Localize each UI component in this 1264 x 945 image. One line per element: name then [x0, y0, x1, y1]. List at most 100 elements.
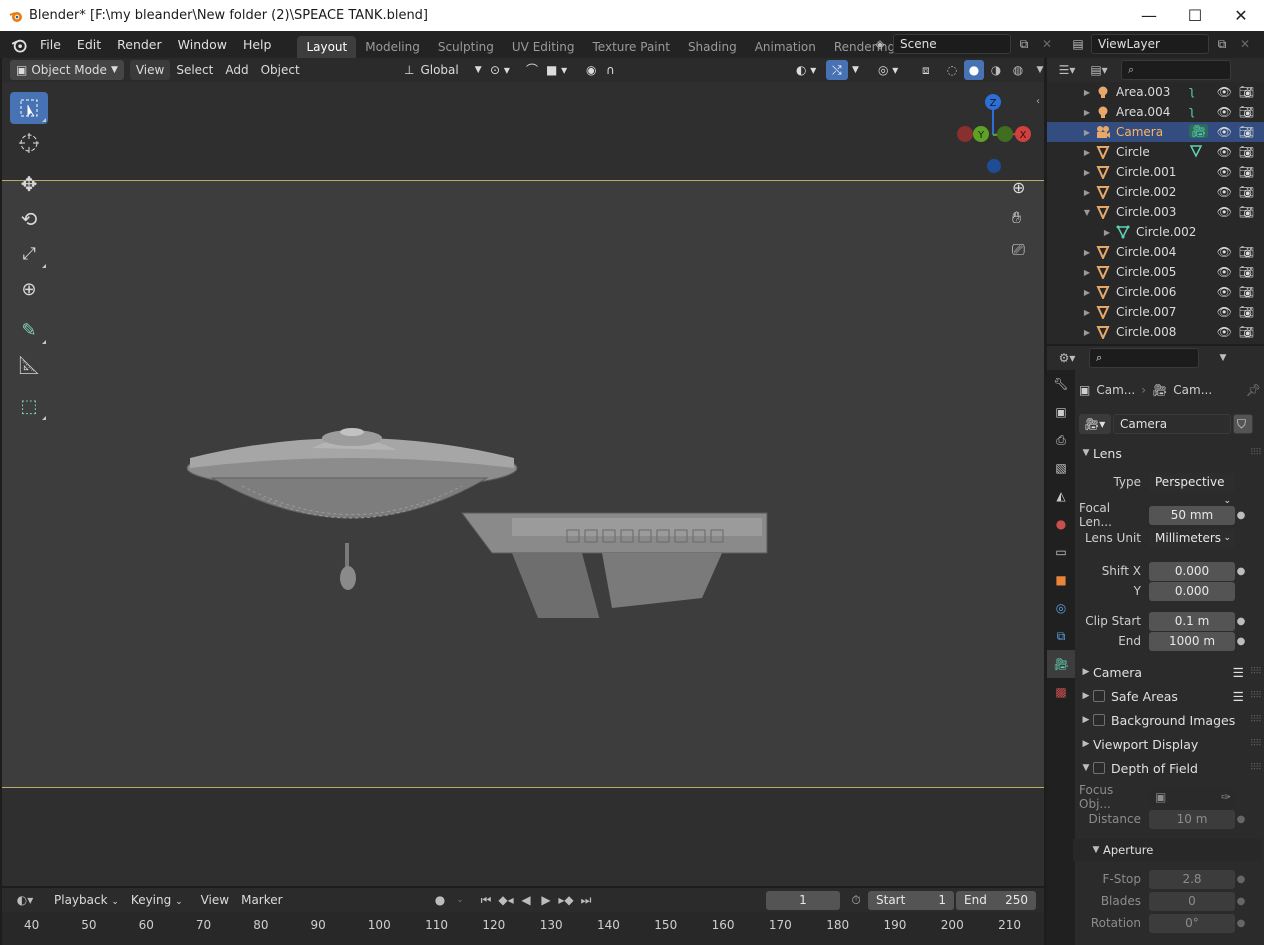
- eye-visibility-icon[interactable]: 👁︎: [1217, 205, 1232, 219]
- outliner-row[interactable]: ▶ Circle.004 👁︎ 📷︎: [1047, 242, 1264, 262]
- outliner-search-input[interactable]: ⌕: [1121, 60, 1231, 80]
- safe-areas-checkbox[interactable]: [1093, 690, 1105, 702]
- camera-render-icon[interactable]: 📷︎: [1239, 85, 1254, 99]
- aperture-subpanel-header[interactable]: ▼ Aperture: [1073, 839, 1261, 861]
- jump-end-icon[interactable]: ⏭: [576, 890, 596, 910]
- eye-visibility-icon[interactable]: 👁︎: [1217, 285, 1232, 299]
- cursor-tool[interactable]: [10, 127, 48, 159]
- tool-tab-icon[interactable]: 🔧︎: [1047, 370, 1075, 398]
- spaceship-model[interactable]: [182, 378, 882, 618]
- camera-data-name-field[interactable]: Camera: [1113, 414, 1231, 434]
- outliner-row[interactable]: ▶ Camera 🎥︎ 👁︎ 📷︎: [1047, 122, 1264, 142]
- scene-tab-icon[interactable]: ◭: [1047, 482, 1075, 510]
- auto-keying-icon[interactable]: ●: [430, 890, 450, 910]
- world-tab-icon[interactable]: ●: [1047, 510, 1075, 538]
- eye-visibility-icon[interactable]: 👁︎: [1217, 325, 1232, 339]
- pan-view-icon[interactable]: ✋︎: [1012, 208, 1021, 228]
- menu-file[interactable]: File: [32, 31, 69, 58]
- outliner-row[interactable]: ▶ Circle.002: [1047, 222, 1264, 242]
- physics-tab-icon[interactable]: ◎: [1047, 594, 1075, 622]
- transform-tool[interactable]: ⊕: [10, 273, 48, 305]
- blender-menu-icon[interactable]: [10, 37, 28, 53]
- background-images-checkbox[interactable]: [1093, 714, 1105, 726]
- properties-options-dropdown-icon[interactable]: ▼: [1213, 348, 1233, 368]
- next-keyframe-icon[interactable]: ▸◆: [556, 890, 576, 910]
- eye-visibility-icon[interactable]: 👁︎: [1217, 125, 1232, 139]
- marker-menu[interactable]: Marker: [235, 890, 288, 910]
- collapsed-arrow-icon[interactable]: ▶: [1081, 248, 1093, 257]
- shift-x-field[interactable]: 0.000: [1149, 561, 1235, 581]
- eye-visibility-icon[interactable]: 👁︎: [1217, 245, 1232, 259]
- collapsed-arrow-icon[interactable]: ▶: [1081, 328, 1093, 337]
- outliner-row[interactable]: ▶ Area.003 ʅ 👁︎ 📷︎: [1047, 82, 1264, 102]
- eye-visibility-icon[interactable]: 👁︎: [1217, 305, 1232, 319]
- view-layer-tab-icon[interactable]: ▧: [1047, 454, 1075, 482]
- keyframe-dot-icon[interactable]: ●: [1235, 814, 1247, 825]
- pivot-point-dropdown[interactable]: ⊙ ▾: [484, 60, 516, 80]
- camera-panel-header[interactable]: ▶ Camera ☰ ⠿⠿: [1079, 661, 1262, 683]
- playback-menu[interactable]: Playback ⌄: [48, 890, 125, 910]
- camera-render-icon[interactable]: 📷︎: [1239, 185, 1254, 199]
- drag-grip-icon[interactable]: ⠿⠿: [1250, 448, 1262, 458]
- clip-start-field[interactable]: 0.1 m: [1149, 611, 1235, 631]
- outliner-row[interactable]: ▼ Circle.003 👁︎ 📷︎: [1047, 202, 1264, 222]
- viewport-menu-add[interactable]: Add: [219, 60, 254, 80]
- camera-data-browse[interactable]: 🎥︎▾: [1079, 414, 1111, 434]
- end-frame-field[interactable]: End 250: [956, 891, 1036, 910]
- measure-tool[interactable]: 📐︎: [10, 349, 48, 381]
- lens-unit-dropdown[interactable]: Millimeters ⌄: [1149, 528, 1235, 548]
- play-reverse-icon[interactable]: ◀: [516, 890, 536, 910]
- menu-help[interactable]: Help: [235, 31, 280, 58]
- rotation-field[interactable]: 0°: [1149, 913, 1235, 933]
- keyframe-dot-icon[interactable]: ●: [1235, 896, 1247, 907]
- collapsed-arrow-icon[interactable]: ▶: [1081, 108, 1093, 117]
- tab-modeling[interactable]: Modeling: [356, 36, 429, 58]
- transform-orientation-dropdown[interactable]: ⊥ Global ▼: [398, 60, 488, 80]
- collapsed-arrow-icon[interactable]: ▶: [1081, 308, 1093, 317]
- timeline-ruler[interactable]: 40 50 60 70 80 90 100 110 120 130 140 150 160 170 180 1…: [2, 912, 1044, 945]
- outliner-row[interactable]: ▶ Circle.001 👁︎ 📷︎: [1047, 162, 1264, 182]
- outliner-row[interactable]: ▶ Circle.007 👁︎ 📷︎: [1047, 302, 1264, 322]
- keyframe-dot-icon[interactable]: ●: [1235, 874, 1247, 885]
- delete-scene-icon[interactable]: ✕: [1037, 34, 1057, 54]
- fake-user-icon[interactable]: ⛉: [1233, 414, 1253, 434]
- solid-shading-icon[interactable]: ●: [964, 60, 984, 80]
- viewport-menu-select[interactable]: Select: [170, 60, 219, 80]
- current-frame-field[interactable]: 1: [766, 891, 840, 910]
- properties-editor-type-icon[interactable]: ⚙▾: [1057, 348, 1077, 368]
- tab-layout[interactable]: Layout: [297, 36, 357, 58]
- background-images-panel-header[interactable]: ▶ Background Images ⠿⠿: [1079, 709, 1262, 731]
- eye-visibility-icon[interactable]: 👁︎: [1217, 105, 1232, 119]
- collapsed-arrow-icon[interactable]: ▶: [1081, 288, 1093, 297]
- tab-texture-paint[interactable]: Texture Paint: [584, 36, 679, 58]
- outliner-row[interactable]: ▶ Circle.005 👁︎ 📷︎: [1047, 262, 1264, 282]
- menu-edit[interactable]: Edit: [69, 31, 109, 58]
- scene-name-field[interactable]: Scene: [893, 34, 1011, 54]
- jump-start-icon[interactable]: ⏮: [476, 890, 496, 910]
- eye-visibility-icon[interactable]: 👁︎: [1217, 265, 1232, 279]
- camera-render-icon[interactable]: 📷︎: [1239, 285, 1254, 299]
- distance-field[interactable]: 10 m: [1149, 809, 1235, 829]
- camera-render-icon[interactable]: 📷︎: [1239, 245, 1254, 259]
- timeline-view-menu[interactable]: View: [195, 890, 235, 910]
- camera-view-icon[interactable]: ⎚: [1012, 240, 1025, 260]
- gizmo-toggle[interactable]: ⤭: [826, 60, 848, 80]
- minimize-button[interactable]: —: [1126, 0, 1172, 31]
- gizmo-dropdown[interactable]: ▼: [846, 60, 865, 80]
- camera-data-tab-icon[interactable]: 🎥︎: [1047, 650, 1075, 678]
- move-tool[interactable]: ✥: [10, 168, 48, 200]
- output-tab-icon[interactable]: ⎙: [1047, 426, 1075, 454]
- keyframe-dot-icon[interactable]: ●: [1235, 510, 1247, 521]
- editor-type-icon[interactable]: ☰▾: [1057, 60, 1077, 80]
- scale-tool[interactable]: ⤢: [10, 238, 48, 270]
- object-tab-icon[interactable]: ■: [1047, 566, 1075, 594]
- overlays-toggle[interactable]: ◎ ▾: [872, 60, 904, 80]
- collapsed-arrow-icon[interactable]: ▶: [1101, 228, 1113, 237]
- camera-render-icon[interactable]: 📷︎: [1239, 125, 1254, 139]
- tab-animation[interactable]: Animation: [746, 36, 825, 58]
- safe-areas-panel-header[interactable]: ▶ Safe Areas ☰ ⠿⠿: [1079, 685, 1262, 707]
- collapsed-arrow-icon[interactable]: ▶: [1081, 188, 1093, 197]
- dof-panel-header[interactable]: ▼ Depth of Field ⠿⠿: [1079, 757, 1262, 779]
- clip-end-field[interactable]: 1000 m: [1149, 631, 1235, 651]
- outliner-row[interactable]: ▶ Circle 👁︎ 📷︎: [1047, 142, 1264, 162]
